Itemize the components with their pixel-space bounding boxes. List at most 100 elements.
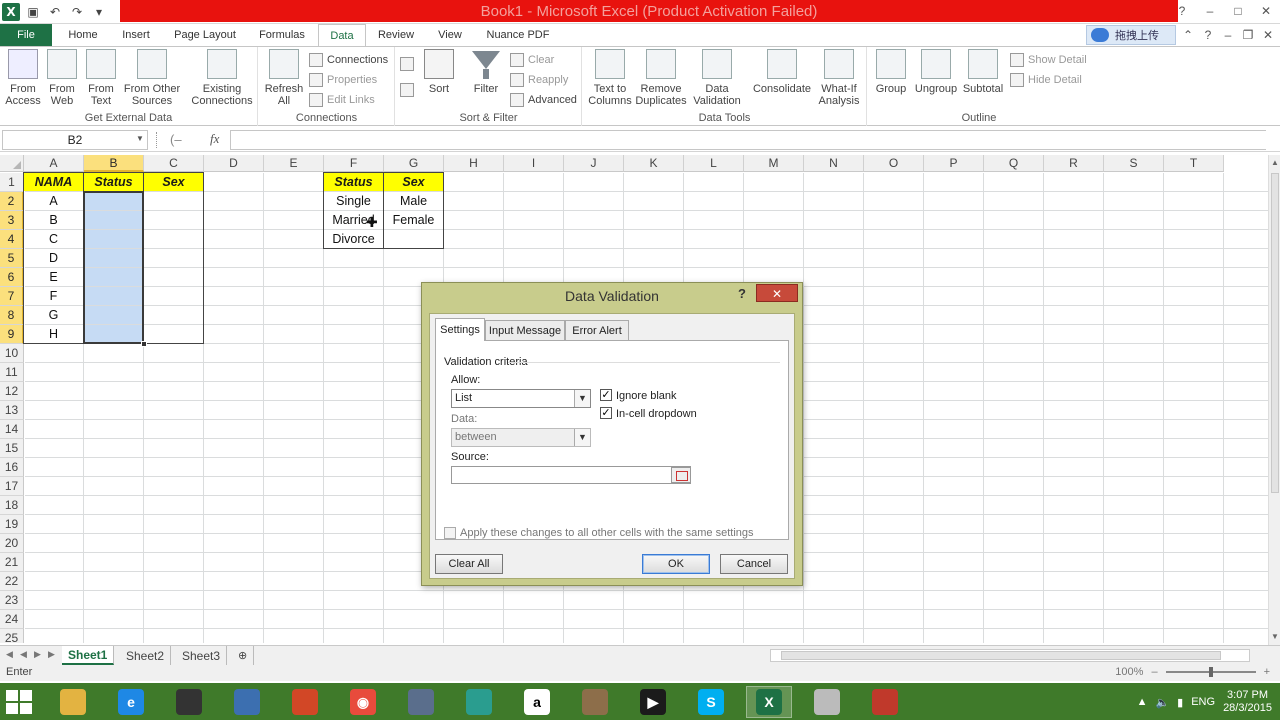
cell-name[interactable]: D <box>24 249 83 267</box>
upload-button[interactable]: 拖拽上传 <box>1086 25 1176 45</box>
formula-bar-cancel-icon[interactable]: (– <box>170 132 182 147</box>
vertical-scrollbar[interactable]: ▲ ▼ <box>1268 155 1280 645</box>
cell-sex-option[interactable]: Male <box>384 192 443 210</box>
taskbar-powerpoint[interactable] <box>282 686 328 718</box>
properties-button[interactable]: Properties <box>309 71 377 89</box>
maximize-button[interactable]: □ <box>1224 0 1252 22</box>
row-header-6[interactable]: 6 <box>0 268 24 287</box>
tray-expand-icon[interactable]: ▲ <box>1137 696 1148 708</box>
redo-icon[interactable]: ↷ <box>68 3 86 21</box>
row-header-10[interactable]: 10 <box>0 344 24 363</box>
column-header-b[interactable]: B <box>84 155 144 172</box>
row-header-25[interactable]: 25 <box>0 629 24 643</box>
taskbar-search-tool[interactable] <box>456 686 502 718</box>
language-indicator[interactable]: ENG <box>1191 696 1215 708</box>
name-box-dropdown-icon[interactable]: ▼ <box>136 134 144 143</box>
row-header-8[interactable]: 8 <box>0 306 24 325</box>
tab-formulas[interactable]: Formulas <box>252 24 312 46</box>
start-windows-icon[interactable] <box>6 690 34 714</box>
row-header-14[interactable]: 14 <box>0 420 24 439</box>
column-header-l[interactable]: L <box>684 155 744 172</box>
undo-icon[interactable]: ↶ <box>46 3 64 21</box>
column-header-j[interactable]: J <box>564 155 624 172</box>
column-header-m[interactable]: M <box>744 155 804 172</box>
row-header-18[interactable]: 18 <box>0 496 24 515</box>
vertical-scroll-thumb[interactable] <box>1271 173 1279 493</box>
tab-insert[interactable]: Insert <box>114 24 158 46</box>
tab-data[interactable]: Data <box>318 24 366 46</box>
cell-name[interactable]: A <box>24 192 83 210</box>
row-header-15[interactable]: 15 <box>0 439 24 458</box>
column-header-r[interactable]: R <box>1044 155 1104 172</box>
close-button[interactable]: ✕ <box>1252 0 1280 22</box>
row-header-20[interactable]: 20 <box>0 534 24 553</box>
cell-header-sex[interactable]: Sex <box>144 173 203 191</box>
formula-input[interactable] <box>230 130 1266 150</box>
minimize-button[interactable]: – <box>1196 0 1224 22</box>
cell-name[interactable]: C <box>24 230 83 248</box>
cell-header-nama[interactable]: NAMA <box>24 173 83 191</box>
dialog-close-button[interactable]: ✕ <box>756 284 798 302</box>
column-header-i[interactable]: I <box>504 155 564 172</box>
existing-connections-button[interactable]: Existing Connections <box>190 49 254 107</box>
taskbar-chrome[interactable]: ◉ <box>340 686 386 718</box>
customize-qat-icon[interactable]: ▾ <box>90 3 108 21</box>
network-icon[interactable]: ▮ <box>1177 696 1183 709</box>
column-header-h[interactable]: H <box>444 155 504 172</box>
tab-review[interactable]: Review <box>372 24 420 46</box>
tab-input-message[interactable]: Input Message <box>485 320 565 340</box>
save-icon[interactable]: ▣ <box>24 3 42 21</box>
row-header-22[interactable]: 22 <box>0 572 24 591</box>
edit-links-button[interactable]: Edit Links <box>309 91 375 109</box>
range-select-icon[interactable] <box>671 467 691 483</box>
hide-detail-button[interactable]: Hide Detail <box>1010 71 1082 89</box>
taskbar-media-player[interactable] <box>166 686 212 718</box>
ok-button[interactable]: OK <box>642 554 710 574</box>
tab-nuance-pdf[interactable]: Nuance PDF <box>480 24 556 46</box>
cell-sex-option[interactable]: Female <box>384 211 443 229</box>
cell-lookup-header-sex[interactable]: Sex <box>384 173 443 191</box>
fill-handle[interactable] <box>141 341 147 347</box>
connections-button[interactable]: Connections <box>309 51 388 69</box>
last-sheet-icon[interactable]: ▶ <box>48 649 55 660</box>
column-header-k[interactable]: K <box>624 155 684 172</box>
sheet-tab-sheet3[interactable]: Sheet3 <box>176 646 228 665</box>
column-header-d[interactable]: D <box>204 155 264 172</box>
column-header-t[interactable]: T <box>1164 155 1224 172</box>
show-detail-button[interactable]: Show Detail <box>1010 51 1087 69</box>
subtotal-button[interactable]: Subtotal <box>960 49 1006 95</box>
column-header-p[interactable]: P <box>924 155 984 172</box>
text-to-columns-button[interactable]: Text to Columns <box>587 49 633 107</box>
taskbar-pdf-reader[interactable] <box>398 686 444 718</box>
group-button[interactable]: Group <box>874 49 908 95</box>
tab-home[interactable]: Home <box>60 24 106 46</box>
source-input[interactable] <box>451 466 691 484</box>
row-header-1[interactable]: 1 <box>0 173 24 192</box>
column-header-o[interactable]: O <box>864 155 924 172</box>
sort-za-button[interactable] <box>400 81 414 99</box>
zoom-in-icon[interactable]: + <box>1264 666 1270 678</box>
workbook-restore-icon[interactable]: ❐ <box>1240 27 1256 43</box>
taskbar-internet-explorer[interactable]: e <box>108 686 154 718</box>
volume-icon[interactable]: 🔈 <box>1155 696 1169 709</box>
dialog-help-icon[interactable]: ? <box>738 286 746 301</box>
column-header-c[interactable]: C <box>144 155 204 172</box>
cell-name[interactable]: B <box>24 211 83 229</box>
zoom-slider[interactable] <box>1165 667 1256 677</box>
prev-sheet-icon[interactable]: ◀ <box>20 649 27 660</box>
cell-lookup-header-status[interactable]: Status <box>324 173 383 191</box>
workbook-minimize-icon[interactable]: – <box>1220 27 1236 43</box>
column-header-e[interactable]: E <box>264 155 324 172</box>
row-header-13[interactable]: 13 <box>0 401 24 420</box>
tab-view[interactable]: View <box>428 24 472 46</box>
cell-name[interactable]: F <box>24 287 83 305</box>
tab-error-alert[interactable]: Error Alert <box>565 320 629 340</box>
clear-all-button[interactable]: Clear All <box>435 554 503 574</box>
cell-name[interactable]: G <box>24 306 83 324</box>
column-header-n[interactable]: N <box>804 155 864 172</box>
allow-select[interactable]: List ▼ <box>451 389 591 408</box>
column-header-f[interactable]: F <box>324 155 384 172</box>
row-header-23[interactable]: 23 <box>0 591 24 610</box>
column-header-s[interactable]: S <box>1104 155 1164 172</box>
scroll-down-icon[interactable]: ▼ <box>1270 631 1280 643</box>
